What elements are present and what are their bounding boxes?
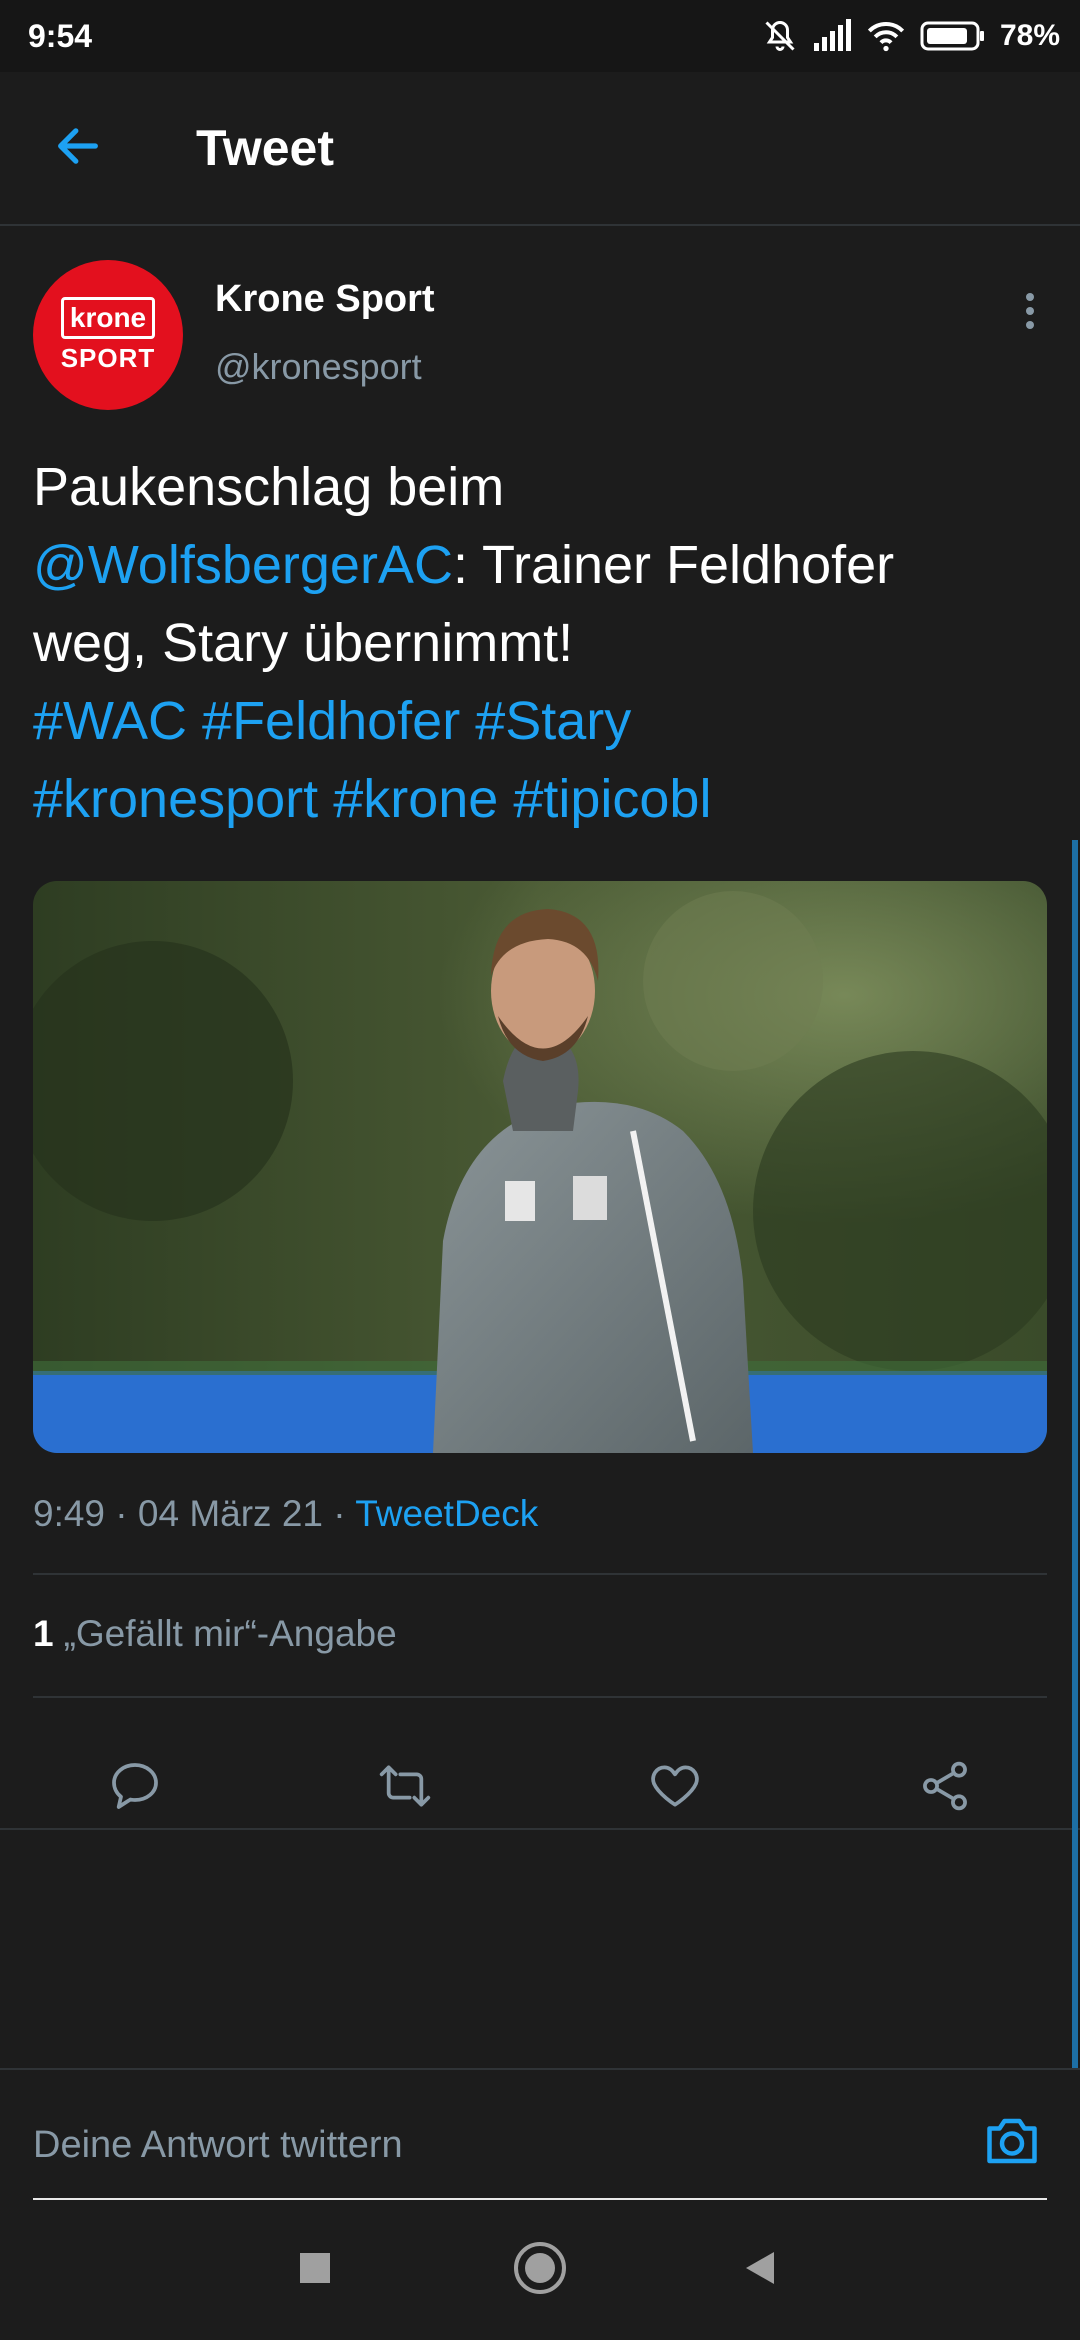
battery-percentage: 78% xyxy=(999,19,1060,52)
tweet-date: 04 März 21 xyxy=(137,1493,323,1534)
hashtag-link[interactable]: #Stary xyxy=(475,691,631,751)
triangle-back-icon xyxy=(740,2248,780,2293)
tweet-detail: krone SPORT Krone Sport @kronesport Pauk… xyxy=(0,228,1080,1830)
like-button[interactable] xyxy=(640,1753,710,1823)
author-name[interactable]: Krone Sport xyxy=(215,278,435,321)
scrollbar[interactable] xyxy=(1072,840,1078,2070)
reply-button[interactable] xyxy=(100,1753,170,1823)
tweet-text: Paukenschlag beim @WolfsbergerAC: Traine… xyxy=(33,448,1048,838)
muted-bell-icon xyxy=(762,18,798,54)
status-time: 9:54 xyxy=(28,17,93,54)
avatar-logo-subtext: SPORT xyxy=(60,342,156,373)
square-icon xyxy=(298,2251,332,2290)
signal-icon xyxy=(812,19,852,53)
avatar-logo-text: krone xyxy=(60,296,156,339)
reply-input[interactable]: Deine Antwort twittern xyxy=(33,2110,1047,2200)
status-bar: 9:54 78% xyxy=(0,0,1080,72)
system-nav-bar xyxy=(0,2200,1080,2340)
divider xyxy=(0,1828,1080,1830)
camera-button[interactable] xyxy=(977,2108,1047,2178)
author-handle[interactable]: @kronesport xyxy=(215,346,422,388)
more-options-button[interactable] xyxy=(1000,283,1060,343)
retweet-button[interactable] xyxy=(370,1753,440,1823)
tweet-time: 9:49 xyxy=(33,1493,106,1534)
tweet-text-line: : Trainer Feldhofer xyxy=(452,535,895,595)
avatar[interactable]: krone SPORT xyxy=(33,260,183,410)
heart-icon xyxy=(647,1758,703,1819)
hashtag-link[interactable]: #tipicobl xyxy=(513,769,711,829)
tweet-meta: 9:49 · 04 März 21 · TweetDeck xyxy=(33,1493,538,1535)
likes-label: „Gefällt mir“-Angabe xyxy=(63,1613,397,1654)
tweet-media-image[interactable] xyxy=(33,881,1047,1453)
battery-icon xyxy=(920,20,986,52)
hashtag-link[interactable]: #WAC xyxy=(33,691,187,751)
mention-link[interactable]: @WolfsbergerAC xyxy=(33,535,453,595)
app-header: Tweet xyxy=(0,72,1080,226)
tweet-source-link[interactable]: TweetDeck xyxy=(355,1493,538,1534)
likes-number: 1 xyxy=(33,1613,54,1654)
back-nav-button[interactable] xyxy=(725,2235,795,2305)
back-button[interactable] xyxy=(38,108,118,188)
tweet-text-line: Paukenschlag beim xyxy=(33,457,505,517)
recents-button[interactable] xyxy=(280,2235,350,2305)
divider xyxy=(33,1696,1047,1698)
meta-separator: · xyxy=(333,1493,346,1534)
share-icon xyxy=(917,1758,973,1819)
home-button[interactable] xyxy=(505,2235,575,2305)
reply-bar: Deine Antwort twittern xyxy=(0,2070,1080,2200)
share-button[interactable] xyxy=(910,1753,980,1823)
author-row: krone SPORT Krone Sport @kronesport xyxy=(0,228,1080,418)
camera-icon xyxy=(982,2113,1042,2174)
tweet-actions xyxy=(0,1733,1080,1843)
tweet-text-line: weg, Stary übernimmt! xyxy=(33,613,574,673)
page-title: Tweet xyxy=(196,120,334,176)
divider xyxy=(33,1573,1047,1575)
status-icons: 78% xyxy=(762,18,1060,54)
more-vertical-icon xyxy=(1024,291,1036,336)
wifi-icon xyxy=(866,19,906,53)
meta-separator: · xyxy=(115,1493,128,1534)
hashtag-link[interactable]: #kronesport xyxy=(33,769,318,829)
hashtag-link[interactable]: #krone xyxy=(333,769,498,829)
likes-count[interactable]: 1 „Gefällt mir“-Angabe xyxy=(33,1613,397,1655)
arrow-left-icon xyxy=(52,120,104,177)
reply-icon xyxy=(107,1758,163,1819)
circle-icon xyxy=(512,2240,568,2301)
hashtag-link[interactable]: #Feldhofer xyxy=(202,691,460,751)
retweet-icon xyxy=(377,1758,433,1819)
